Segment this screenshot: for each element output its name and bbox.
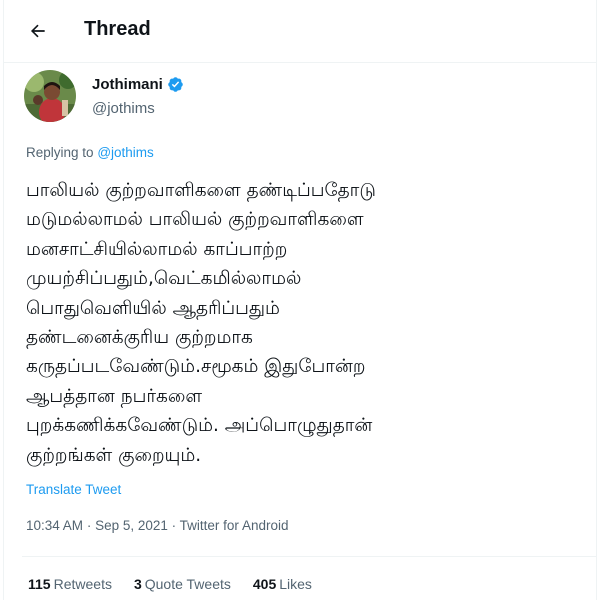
meta-separator: · bbox=[86, 518, 96, 533]
tweet-text: பாலியல் குற்றவாளிகளை தண்டிப்பதோடு மடுமல்… bbox=[26, 176, 596, 470]
author-name-row: Jothimani bbox=[92, 76, 184, 93]
quote-tweets-count: 3 bbox=[133, 576, 142, 592]
quote-tweets-stat[interactable]: 3 Quote Tweets bbox=[134, 576, 231, 592]
tweet-text-line: முயற்சிப்பதும்,வெட்கமில்லாமல் bbox=[26, 268, 302, 290]
meta-separator: · bbox=[171, 518, 180, 533]
retweets-label: Retweets bbox=[53, 576, 112, 592]
replying-to-label: Replying to bbox=[26, 145, 94, 160]
likes-stat[interactable]: 405 Likes bbox=[253, 576, 312, 592]
engagement-stats: 115 Retweets 3 Quote Tweets 405 Likes bbox=[28, 576, 334, 592]
retweets-count: 115 bbox=[28, 576, 51, 592]
retweets-stat[interactable]: 115 Retweets bbox=[28, 576, 112, 592]
tweet-text-line: தண்டனைக்குரிய குற்றமாக bbox=[26, 327, 253, 349]
translate-tweet-link[interactable]: Translate Tweet bbox=[26, 482, 121, 497]
tweet-text-line: பொதுவெளியில் ஆதரிப்பதும் bbox=[26, 297, 280, 319]
thread-header: Thread bbox=[4, 0, 596, 63]
avatar-image bbox=[24, 70, 76, 122]
tweet-metadata: 10:34 AM · Sep 5, 2021 · Twitter for And… bbox=[26, 518, 288, 533]
tweet-date[interactable]: Sep 5, 2021 bbox=[95, 518, 168, 533]
page-title: Thread bbox=[84, 18, 151, 40]
tweet-text-line: மனசாட்சியில்லாமல் காப்பாற்ற bbox=[26, 238, 288, 260]
quote-tweets-label: Quote Tweets bbox=[144, 576, 231, 592]
likes-count: 405 bbox=[252, 576, 277, 592]
replying-to-mention-link[interactable]: @jothims bbox=[97, 145, 153, 160]
tweet-thread-panel: Thread Jothimani @jothims Replying to @j… bbox=[3, 0, 597, 600]
avatar[interactable] bbox=[24, 70, 76, 122]
arrow-left-icon bbox=[30, 24, 45, 38]
tweet-text-line: கருதப்படவேண்டும்.சமூகம் இதுபோன்ற bbox=[26, 356, 366, 378]
tweet-time[interactable]: 10:34 AM bbox=[26, 518, 83, 533]
likes-label: Likes bbox=[279, 576, 312, 592]
author-handle[interactable]: @jothims bbox=[92, 100, 155, 117]
tweet-source[interactable]: Twitter for Android bbox=[180, 518, 289, 533]
author-name[interactable]: Jothimani bbox=[92, 76, 163, 93]
tweet-text-line: மடுமல்லாமல் பாலியல் குற்றவாளிகளை bbox=[26, 209, 364, 231]
replying-to: Replying to @jothims bbox=[26, 145, 154, 160]
tweet-text-line: ஆபத்தான நபர்களை bbox=[26, 385, 203, 407]
tweet-text-line: குற்றங்கள் குறையும். bbox=[26, 444, 202, 466]
verified-badge-icon bbox=[168, 77, 183, 92]
divider bbox=[22, 556, 596, 557]
tweet-text-line: பாலியல் குற்றவாளிகளை தண்டிப்பதோடு bbox=[26, 180, 376, 201]
back-button[interactable] bbox=[22, 15, 54, 47]
tweet-text-line: புறக்கணிக்கவேண்டும். அப்பொழுதுதான் bbox=[26, 415, 373, 437]
